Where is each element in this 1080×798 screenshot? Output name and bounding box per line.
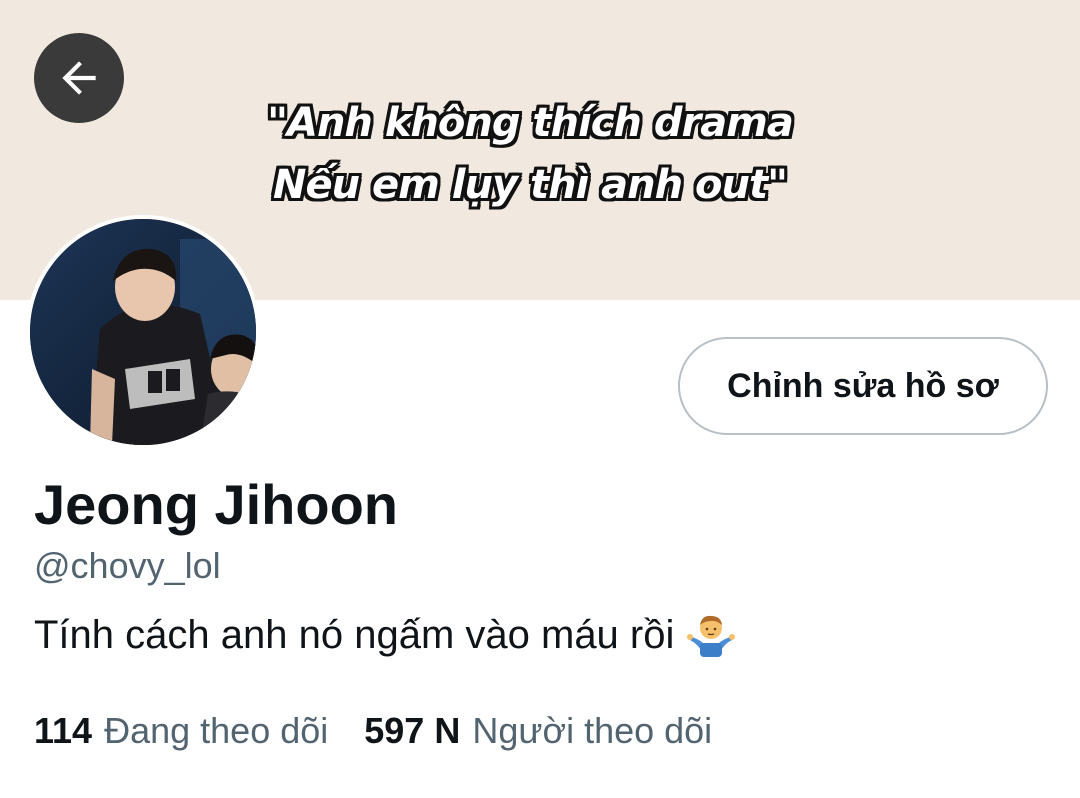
follow-stats: 114 Đang theo dõi 597 N Người theo dõi <box>34 708 712 754</box>
banner-quote-line-1: "Anh không thích drama <box>267 100 794 146</box>
followers-label: Người theo dõi <box>472 710 713 751</box>
following-count: 114 <box>34 710 93 751</box>
avatar-image <box>30 219 256 445</box>
avatar[interactable] <box>26 215 260 449</box>
bio-text: Tính cách anh nó ngấm vào máu rồi <box>34 613 675 657</box>
back-button[interactable] <box>34 33 124 123</box>
followers-count: 597 N <box>364 710 461 751</box>
profile-page: "Anh không thích drama Nếu em lụy thì an… <box>0 0 1080 798</box>
edit-profile-button[interactable]: Chỉnh sửa hồ sơ <box>678 337 1048 435</box>
person-shrugging-emoji-icon <box>686 610 736 660</box>
following-label: Đang theo dõi <box>104 710 329 751</box>
following-link[interactable]: 114 Đang theo dõi <box>34 708 328 754</box>
display-name: Jeong Jihoon <box>34 473 398 536</box>
banner-quote-line-2: Nếu em lụy thì anh out" <box>273 162 788 208</box>
banner-quote: "Anh không thích drama Nếu em lụy thì an… <box>200 92 860 216</box>
arrow-left-icon <box>62 61 96 95</box>
profile-bio: Tính cách anh nó ngấm vào máu rồi <box>34 610 736 660</box>
username-handle: @chovy_lol <box>34 545 221 586</box>
followers-link[interactable]: 597 N Người theo dõi <box>364 708 712 754</box>
